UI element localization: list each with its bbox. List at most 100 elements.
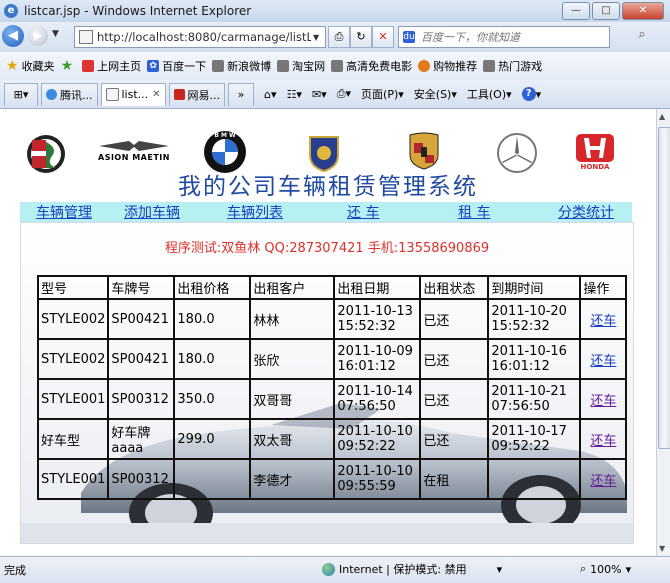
menu-add-vehicle[interactable]: 添加车辆 [124, 202, 180, 222]
honda-logo-icon: HONDA [575, 133, 615, 171]
help-button[interactable]: ? ▾ [521, 87, 541, 101]
zoom-control[interactable]: ⌕ 100% ▾ [580, 562, 631, 576]
minimize-button[interactable]: — [562, 2, 590, 20]
system-title: 我的公司车辆租赁管理系统 [178, 174, 478, 200]
menu-statistics[interactable]: 分类统计 [558, 202, 614, 222]
menu-vehicle-management[interactable]: 车辆管理 [36, 202, 92, 222]
menu-rent-car[interactable]: 租 车 [458, 202, 490, 222]
cell-status: 已还 [419, 418, 490, 460]
refresh-button[interactable]: ↻ [350, 26, 372, 48]
cell-due-date: 2011-10-16 16:01:12 [487, 338, 582, 380]
quick-tabs-button[interactable]: ⊞▾ [4, 82, 38, 106]
scroll-down-icon[interactable]: ▼ [659, 544, 665, 553]
more-tabs-button[interactable]: » [228, 82, 255, 106]
column-header-status: 出租状态 [419, 275, 490, 300]
tab-bar: ⊞▾ 腾讯... list... ✕ 网易... » ⌂▾ ☷▾ ✉▾ ⎙▾ 页面… [0, 80, 670, 109]
column-header-rent-date: 出租日期 [333, 275, 422, 300]
page-icon [82, 60, 95, 72]
zoom-dropdown-icon[interactable]: ▾ [626, 563, 632, 576]
page-icon [277, 60, 290, 72]
page-icon [212, 60, 225, 72]
page-menu[interactable]: 页面(P) ▾ [361, 86, 404, 102]
tools-menu[interactable]: 工具(O) ▾ [467, 86, 512, 102]
window-controls: — □ ✕ [562, 2, 664, 20]
return-car-link[interactable]: 还车 [590, 434, 616, 449]
feeds-button[interactable]: ☷▾ [287, 88, 302, 101]
status-bar: 完成 Internet | 保护模式: 禁用 ▾ ⌕ 100% ▾ [0, 556, 670, 583]
home-button[interactable]: ⌂▾ [264, 88, 277, 101]
tab-listcar[interactable]: list... ✕ [100, 82, 166, 106]
favorite-link-shopping[interactable]: 购物推荐 [418, 58, 477, 74]
favorite-link-home[interactable]: 上网主页 [82, 58, 141, 74]
cell-plate: SP00421 [107, 338, 176, 380]
security-zone[interactable]: Internet | 保护模式: 禁用 ▾ [322, 561, 502, 577]
return-car-link[interactable]: 还车 [590, 354, 616, 369]
window-title-bar: e listcar.jsp - Windows Internet Explore… [0, 0, 670, 22]
cell-due-date: 2011-10-21 07:56:50 [487, 378, 582, 420]
table-row: STYLE001 SP00312 350.0 双哥哥 2011-10-14 07… [36, 378, 628, 420]
column-header-customer: 出租客户 [249, 275, 336, 300]
column-header-model: 型号 [36, 275, 110, 300]
zone-dropdown-icon[interactable]: ▾ [497, 563, 503, 576]
cell-model: 好车型 [36, 418, 110, 460]
cell-action: 还车 [579, 458, 628, 500]
tab-tencent[interactable]: 腾讯... [41, 82, 98, 106]
cell-model: STYLE002 [36, 298, 110, 340]
return-car-link[interactable]: 还车 [590, 474, 616, 489]
scroll-up-icon[interactable]: ▲ [659, 112, 665, 121]
favorites-button[interactable]: ★ 收藏夹 [6, 58, 55, 74]
return-car-link[interactable]: 还车 [590, 394, 616, 409]
favorites-bar: ★ 收藏夹 ★ 上网主页 ✿ 百度一下 新浪微博 淘宝网 高清免费电影 购物推荐 … [0, 52, 670, 81]
globe-icon [322, 562, 335, 576]
search-input[interactable] [419, 29, 593, 45]
ie-logo-icon: e [4, 4, 18, 18]
url-text[interactable]: http://localhost:8080/carmanage/listLea [97, 30, 311, 44]
print-button[interactable]: ⎙▾ [337, 87, 351, 101]
mail-button[interactable]: ✉▾ [312, 88, 327, 101]
compatibility-view-button[interactable]: ⎙ [328, 26, 350, 48]
return-car-link[interactable]: 还车 [590, 314, 616, 329]
vertical-scrollbar[interactable]: ▲ ▼ [656, 109, 670, 556]
favorite-link-movies[interactable]: 高清免费电影 [331, 58, 412, 74]
scrollbar-thumb[interactable] [658, 127, 670, 449]
zoom-level: 100% [590, 562, 622, 576]
cell-action: 还车 [579, 378, 628, 420]
paw-icon: ✿ [147, 60, 160, 72]
tab-netease[interactable]: 网易... [168, 82, 226, 106]
main-menu: 车辆管理 添加车辆 车辆列表 还 车 租 车 分类统计 [20, 202, 632, 222]
forward-button[interactable]: ▶ [28, 26, 48, 46]
menu-return-car[interactable]: 还 车 [347, 202, 379, 222]
search-icon[interactable]: ⌕ [632, 27, 652, 45]
back-button[interactable]: ◀ [2, 25, 24, 47]
history-dropdown-icon[interactable]: ▼ [52, 29, 59, 39]
close-tab-icon[interactable]: ✕ [152, 89, 160, 100]
aston-martin-wordmark: ASION MAETIN [98, 153, 170, 162]
favorite-link-weibo[interactable]: 新浪微博 [212, 58, 271, 74]
page-icon [483, 60, 496, 72]
maximize-button[interactable]: □ [592, 2, 620, 20]
cell-customer: 双太哥 [249, 418, 336, 460]
cell-customer: 双哥哥 [249, 378, 336, 420]
cell-model: STYLE001 [36, 378, 110, 420]
favorite-link-baidu[interactable]: ✿ 百度一下 [147, 58, 206, 74]
cell-customer: 张欣 [249, 338, 336, 380]
column-header-due-date: 到期时间 [487, 275, 582, 300]
safety-menu[interactable]: 安全(S) ▾ [414, 86, 457, 102]
cell-rent-date: 2011-10-14 07:56:50 [333, 378, 422, 420]
zone-text: Internet | 保护模式: 禁用 [339, 563, 467, 576]
close-button[interactable]: ✕ [622, 2, 664, 20]
cell-price: 299.0 [173, 418, 252, 460]
cell-status: 已还 [419, 298, 490, 340]
cell-rent-date: 2011-10-10 09:55:59 [333, 458, 422, 500]
address-field[interactable]: http://localhost:8080/carmanage/listLea … [74, 26, 326, 48]
help-icon: ? [521, 87, 536, 101]
stop-button[interactable]: ✕ [372, 26, 394, 48]
favorite-link-games[interactable]: 热门游戏 [483, 58, 542, 74]
favorite-link-taobao[interactable]: 淘宝网 [277, 58, 325, 74]
search-box[interactable]: du [398, 26, 610, 48]
address-dropdown-icon[interactable]: ▼ [313, 33, 319, 42]
menu-vehicle-list[interactable]: 车辆列表 [227, 202, 283, 222]
add-favorite-icon[interactable]: ★ [61, 58, 77, 74]
page-icon [331, 60, 344, 72]
cell-status: 已还 [419, 338, 490, 380]
